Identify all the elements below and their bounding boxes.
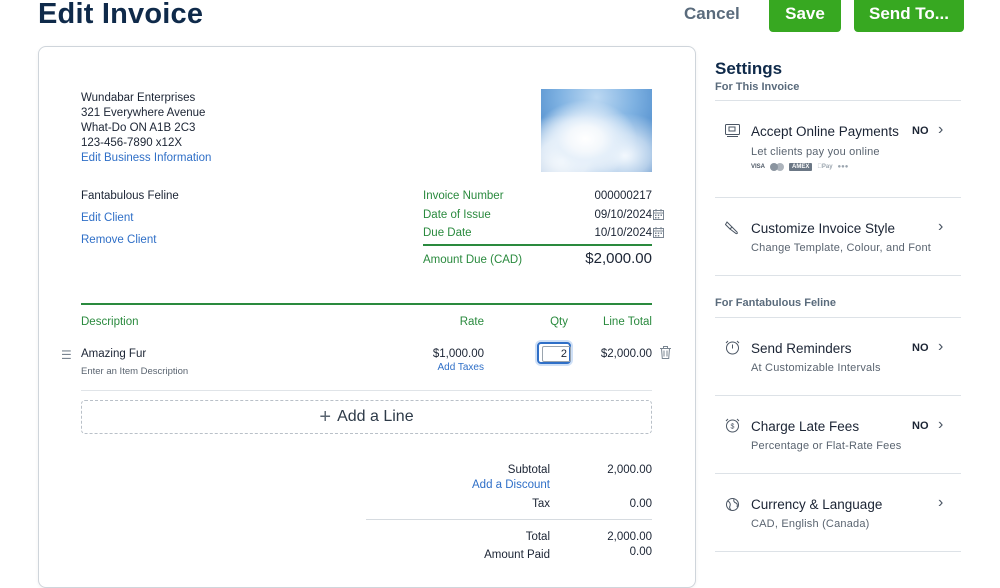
column-header-qty: Qty <box>550 316 568 328</box>
column-header-rate: Rate <box>459 316 484 328</box>
subtotal-label: Subtotal <box>507 464 550 476</box>
item-name-input[interactable]: Amazing Fur <box>81 348 146 360</box>
settings-for-invoice: For This Invoice <box>715 81 800 93</box>
edit-client-link[interactable]: Edit Client <box>81 212 133 224</box>
items-divider <box>81 303 652 305</box>
cancel-button[interactable]: Cancel <box>684 4 740 24</box>
add-line-label: Add a Line <box>337 408 414 425</box>
settings-for-client: For Fantabulous Feline <box>715 297 837 309</box>
drag-handle-icon[interactable]: ☰ <box>61 348 72 362</box>
total-value: 2,000.00 <box>607 531 652 543</box>
setting-title: Send Reminders <box>751 341 852 356</box>
amex-logo: AMEX <box>789 163 813 171</box>
apple-pay-logo: Pay <box>817 164 832 170</box>
save-button[interactable]: Save <box>769 0 841 32</box>
setting-status: NO <box>912 125 929 137</box>
item-divider <box>81 390 652 391</box>
payment-method-logos: VISA AMEX Pay ●●● <box>751 163 848 171</box>
business-info: Wundabar Enterprises 321 Everywhere Aven… <box>81 91 211 166</box>
chevron-right-icon: › <box>938 416 944 433</box>
paintbrush-icon <box>725 221 738 235</box>
visa-logo: VISA <box>751 164 766 170</box>
setting-charge-late-fees[interactable] <box>715 396 961 473</box>
setting-description: CAD, English (Canada) <box>751 518 870 530</box>
edit-business-link[interactable]: Edit Business Information <box>81 151 211 166</box>
amount-due-value: $2,000.00 <box>585 250 652 267</box>
setting-status: NO <box>912 342 929 354</box>
invoice-number-label: Invoice Number <box>423 190 504 202</box>
chevron-right-icon: › <box>938 218 944 235</box>
total-label: Total <box>525 531 550 543</box>
svg-text:$: $ <box>731 424 735 431</box>
setting-description: At Customizable Intervals <box>751 362 881 374</box>
invoice-number-input[interactable]: 000000217 <box>560 190 652 202</box>
totals-divider <box>366 519 652 520</box>
credit-card-icon <box>725 124 740 137</box>
business-name: Wundabar Enterprises <box>81 92 196 104</box>
settings-divider <box>715 275 961 276</box>
setting-title: Customize Invoice Style <box>751 221 896 236</box>
amount-paid-label: Amount Paid <box>484 549 550 561</box>
settings-divider <box>715 551 961 552</box>
add-line-button[interactable]: + Add a Line <box>81 400 652 434</box>
setting-currency-language[interactable] <box>715 474 961 551</box>
tax-label: Tax <box>532 498 550 510</box>
bank-logo: ●●● <box>833 164 849 170</box>
chevron-right-icon: › <box>938 121 944 138</box>
setting-title: Currency & Language <box>751 497 883 512</box>
business-phone: 123-456-7890 x12X <box>81 137 183 149</box>
calendar-icon[interactable] <box>653 209 664 220</box>
plus-icon: + <box>319 405 332 428</box>
calendar-icon[interactable] <box>653 227 664 238</box>
trash-icon[interactable] <box>660 346 671 359</box>
setting-title: Accept Online Payments <box>751 124 899 139</box>
amount-paid-value: 0.00 <box>629 546 652 558</box>
late-fee-clock-icon: $ <box>725 418 740 433</box>
setting-title: Charge Late Fees <box>751 419 860 434</box>
item-qty-input[interactable]: 2 <box>542 346 571 362</box>
setting-description: Let clients pay you online <box>751 146 880 158</box>
mastercard-logo <box>770 163 785 171</box>
setting-description: Change Template, Colour, and Font <box>751 242 932 254</box>
globe-icon <box>726 498 739 511</box>
due-date-label: Due Date <box>423 227 472 239</box>
column-header-description: Description <box>81 316 139 328</box>
alarm-clock-icon <box>725 340 740 355</box>
setting-description: Percentage or Flat-Rate Fees <box>751 440 902 452</box>
subtotal-value: 2,000.00 <box>607 464 652 476</box>
setting-status: NO <box>912 420 929 432</box>
date-issue-label: Date of Issue <box>423 209 491 221</box>
business-address-line2: What-Do ON A1B 2C3 <box>81 122 196 134</box>
setting-customize-invoice-style[interactable] <box>715 198 961 275</box>
item-qty-field[interactable]: 2 <box>537 342 571 364</box>
remove-client-link[interactable]: Remove Client <box>81 234 156 246</box>
chevron-right-icon: › <box>938 338 944 355</box>
meta-divider <box>423 244 652 246</box>
tax-value: 0.00 <box>629 498 652 510</box>
item-line-total: $2,000.00 <box>600 348 652 360</box>
settings-title: Settings <box>715 59 783 78</box>
page-title: Edit Invoice <box>38 0 204 30</box>
business-logo-image[interactable] <box>541 89 652 172</box>
date-issue-input[interactable]: 09/10/2024 <box>560 209 652 221</box>
business-address-line1: 321 Everywhere Avenue <box>81 107 206 119</box>
add-taxes-link[interactable]: Add Taxes <box>400 362 484 373</box>
send-to-button[interactable]: Send To... <box>854 0 964 32</box>
amount-due-label: Amount Due (CAD) <box>423 254 523 266</box>
add-discount-link[interactable]: Add a Discount <box>400 479 550 491</box>
column-header-line-total: Line Total <box>602 316 652 328</box>
client-name: Fantabulous Feline <box>81 190 179 202</box>
setting-send-reminders[interactable] <box>715 318 961 395</box>
due-date-input[interactable]: 10/10/2024 <box>560 227 652 239</box>
chevron-right-icon: › <box>938 494 944 511</box>
item-rate-input[interactable]: $1,000.00 <box>400 348 484 360</box>
item-description-input[interactable]: Enter an Item Description <box>81 366 188 377</box>
